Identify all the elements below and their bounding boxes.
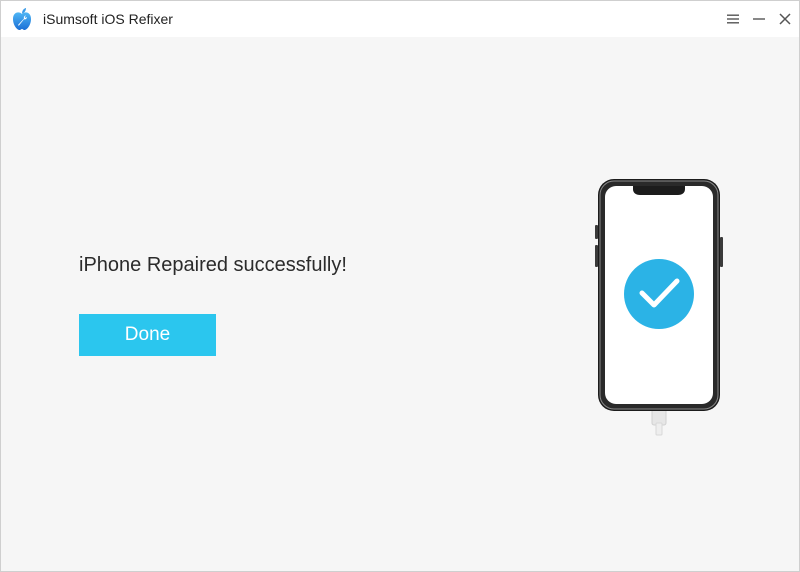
status-message: iPhone Repaired successfully! bbox=[79, 254, 347, 276]
app-window: iSumsoft iOS Refixer iPhone Repaired suc… bbox=[0, 0, 800, 572]
app-title: iSumsoft iOS Refixer bbox=[43, 11, 173, 27]
title-bar[interactable]: iSumsoft iOS Refixer bbox=[1, 1, 799, 37]
iphone-check-icon bbox=[593, 177, 725, 437]
apple-wrench-icon bbox=[9, 6, 35, 32]
done-button[interactable]: Done bbox=[79, 314, 216, 356]
minimize-icon[interactable] bbox=[748, 8, 770, 30]
main-content: iPhone Repaired successfully! Done bbox=[1, 37, 799, 571]
menu-icon[interactable] bbox=[722, 8, 744, 30]
close-icon[interactable] bbox=[774, 8, 796, 30]
